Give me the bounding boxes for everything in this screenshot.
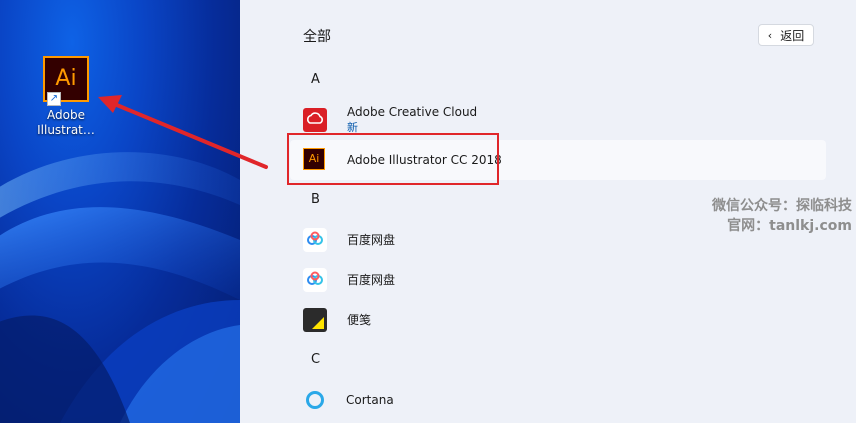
desktop-wallpaper: Ai ↗ Adobe Illustrat… [0,0,240,423]
chevron-left-icon: ‹ [767,28,773,42]
app-name: Cortana [346,392,394,407]
illustrator-icon-text: Ai [55,66,77,91]
desktop-shortcut-label: Adobe Illustrat… [36,108,96,138]
creative-cloud-icon [303,108,327,132]
cortana-icon [306,391,324,409]
group-letter-a[interactable]: A [311,72,320,87]
back-button-label: 返回 [780,28,805,43]
baidu-netdisk-icon [303,228,327,252]
app-name: 百度网盘 [347,232,396,247]
sticky-notes-icon [303,308,327,332]
group-letter-c[interactable]: C [311,352,320,367]
app-name: 百度网盘 [347,272,396,287]
app-name: 便笺 [347,312,372,327]
watermark: 微信公众号：探临科技 官网：tanlkj.com [712,196,852,236]
app-item-cortana[interactable]: Cortana [290,380,826,420]
app-name: Adobe Creative Cloud [347,105,478,119]
watermark-line1: 微信公众号：探临科技 [712,198,852,214]
desktop-shortcut-label-line2: Illustrat… [37,123,95,137]
highlight-box [287,133,499,185]
desktop-shortcut-label-line1: Adobe [47,108,85,122]
shortcut-arrow-icon: ↗ [47,92,61,106]
app-item-baidu-netdisk-2[interactable]: 百度网盘 [290,260,826,300]
all-apps-title: 全部 [303,29,331,45]
app-item-sticky-notes[interactable]: 便笺 [290,300,826,340]
group-letter-b[interactable]: B [311,192,320,207]
desktop-shortcut-illustrator[interactable]: Ai ↗ Adobe Illustrat… [36,56,96,138]
back-button[interactable]: ‹ 返回 [758,24,814,46]
baidu-netdisk-icon [303,268,327,292]
watermark-line2: 官网：tanlkj.com [727,218,852,234]
illustrator-icon: Ai ↗ [43,56,89,106]
